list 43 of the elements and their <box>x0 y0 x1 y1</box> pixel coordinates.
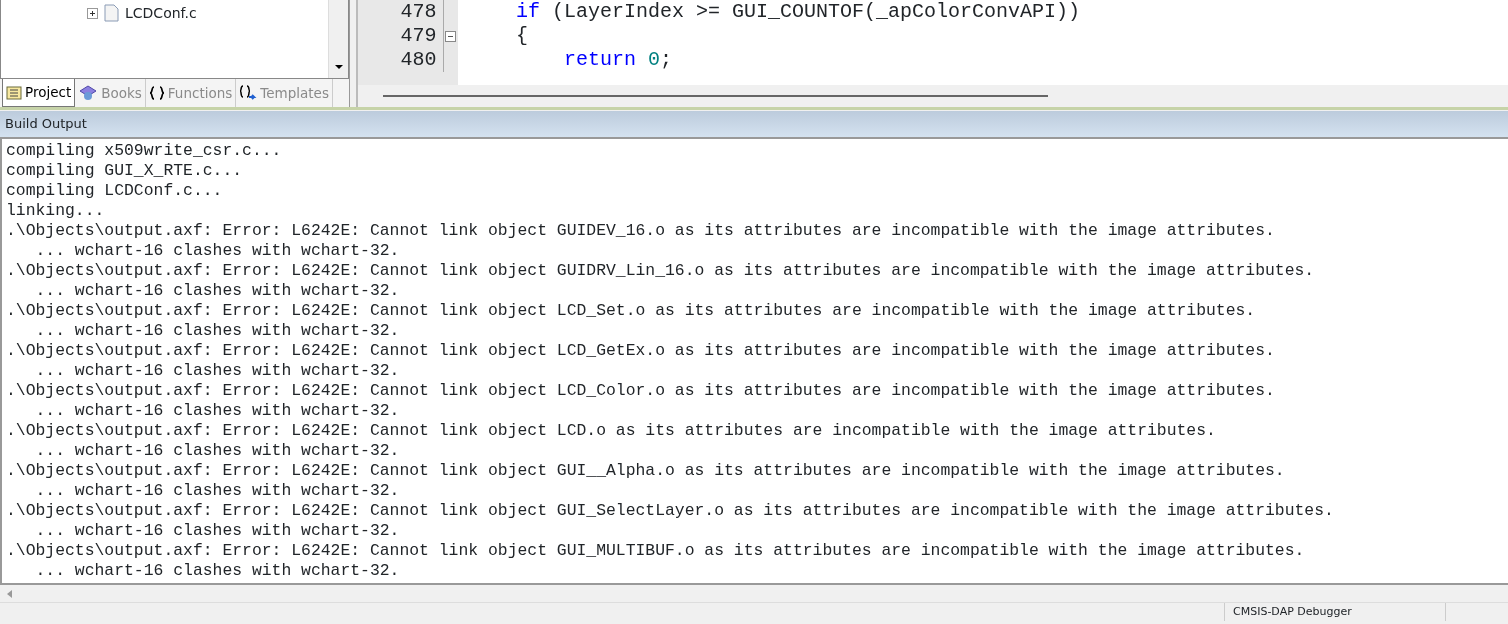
template-icon <box>239 85 258 101</box>
output-line: ... wchart-16 clashes with wchart-32. <box>34 521 401 541</box>
tab[interactable]: Project <box>2 79 76 107</box>
tab[interactable]: Templates <box>236 79 333 107</box>
line-number: 480 <box>399 47 437 73</box>
output-line: compiling GUI_X_RTE.c... <box>6 161 244 181</box>
output-line: compiling x509write_csr.c... <box>6 141 283 161</box>
status-text: CMSIS-DAP Debugger <box>1233 605 1352 618</box>
output-line: .\Objects\output.axf: Error: L6242E: Cannot link object LCD_GetEx.o as its attributes are incompatible with the image attributes. <box>6 341 1276 361</box>
line-number: 478 <box>399 0 437 25</box>
output-line: ... wchart-16 clashes with wchart-32. <box>34 401 401 421</box>
output-line: ... wchart-16 clashes with wchart-32. <box>34 361 401 381</box>
output-line: .\Objects\output.axf: Error: L6242E: Cannot link object LCD_Color.o as its attributes are incompatible with the image attributes. <box>6 381 1276 401</box>
output-line: .\Objects\output.axf: Error: L6242E: Cannot link object LCD_Set.o as its attributes are incompatible with the image attributes. <box>6 301 1257 321</box>
output-line: ... wchart-16 clashes with wchart-32. <box>34 441 401 461</box>
output-line: linking... <box>6 201 106 221</box>
code-line: return 0; <box>563 47 673 73</box>
output-line: ... wchart-16 clashes with wchart-32. <box>34 481 401 501</box>
panel-title: Build Output <box>5 115 87 134</box>
output-line: .\Objects\output.axf: Error: L6242E: Cannot link object GUI_SelectLayer.o as its attributes are incompatible with the image attributes. <box>6 501 1335 521</box>
file-icon <box>104 4 119 22</box>
tab[interactable]: Functions <box>145 79 237 107</box>
output-line: .\Objects\output.axf: Error: L6242E: Cannot link object GUIDRV_Lin_16.o as its attributes are incompatible with the image attributes. <box>6 261 1316 281</box>
code-line: if (LayerIndex >= GUI_COUNTOF(_apColorConvAPI)) <box>516 0 1081 25</box>
output-line: ... wchart-16 clashes with wchart-32. <box>34 241 401 261</box>
output-line: .\Objects\output.axf: Error: L6242E: Cannot link object LCD.o as its attributes are incompatible with the image attributes. <box>6 421 1217 441</box>
code-line: { <box>516 23 528 49</box>
output-line: .\Objects\output.axf: Error: L6242E: Cannot link object GUI__Alpha.o as its attributes are incompatible with the image attributes. <box>6 461 1286 481</box>
tab[interactable]: Books <box>75 79 146 107</box>
output-line: .\Objects\output.axf: Error: L6242E: Cannot link object GUIDEV_16.o as its attributes are incompatible with the image attributes. <box>6 221 1276 241</box>
tree-item-label[interactable]: LCDConf.c <box>125 2 197 24</box>
project-icon <box>6 85 22 100</box>
output-line: .\Objects\output.axf: Error: L6242E: Cannot link object GUI_MULTIBUF.o as its attributes are incompatible with the image attributes. <box>6 541 1306 561</box>
braces-icon <box>148 86 165 100</box>
expand-icon[interactable] <box>87 7 98 19</box>
scrollbar-thumb[interactable] <box>383 95 1048 97</box>
output-line: compiling LCDConf.c... <box>6 181 224 201</box>
fold-icon[interactable] <box>445 30 457 42</box>
output-line: ... wchart-16 clashes with wchart-32. <box>34 321 401 341</box>
output-line: ... wchart-16 clashes with wchart-32. <box>34 561 401 581</box>
book-icon <box>78 85 99 101</box>
line-number: 479 <box>399 23 437 49</box>
output-line: ... wchart-16 clashes with wchart-32. <box>34 281 401 301</box>
